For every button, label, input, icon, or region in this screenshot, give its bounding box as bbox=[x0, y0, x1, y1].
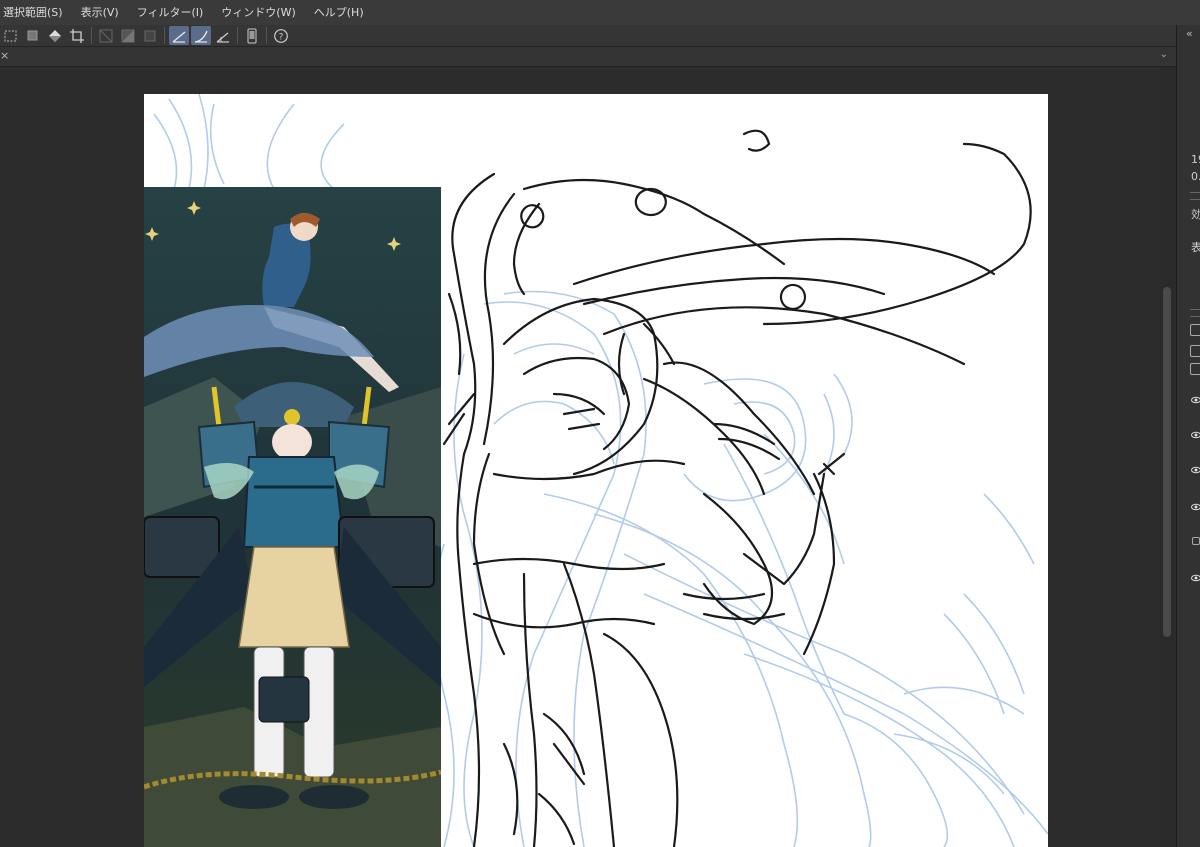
menu-bar: 選択範囲(S) 表示(V) フィルター(I) ウィンドウ(W) ヘルプ(H) bbox=[0, 0, 1200, 26]
menu-view[interactable]: 表示(V) bbox=[72, 0, 128, 25]
panel-label-2: 表 bbox=[1191, 241, 1200, 254]
layer-option-icon[interactable] bbox=[1190, 345, 1200, 357]
scrollbar-thumb[interactable] bbox=[1163, 287, 1171, 637]
right-panel-dock: « 19 0. 効 表 bbox=[1176, 25, 1200, 847]
close-tab-icon[interactable]: × bbox=[0, 49, 10, 63]
curve-snap-icon[interactable] bbox=[191, 26, 211, 45]
panel-label-1: 効 bbox=[1191, 208, 1200, 221]
panel-grip-icon[interactable] bbox=[1190, 309, 1200, 317]
svg-text:?: ? bbox=[279, 32, 284, 42]
menu-window[interactable]: ウィンドウ(W) bbox=[212, 0, 304, 25]
deselect-icon[interactable] bbox=[1, 26, 21, 45]
crop-icon[interactable] bbox=[67, 26, 87, 45]
canvas-vertical-scrollbar[interactable] bbox=[1160, 67, 1174, 847]
help-icon[interactable]: ? bbox=[271, 26, 291, 45]
toolbar-divider bbox=[266, 27, 267, 44]
layer-mask-icon[interactable] bbox=[1190, 363, 1200, 375]
layer-visibility-eye-icon[interactable] bbox=[1191, 430, 1200, 440]
tablet-icon[interactable] bbox=[242, 26, 262, 45]
toolbar-divider bbox=[237, 27, 238, 44]
grid-off-icon[interactable] bbox=[96, 26, 116, 45]
menu-selection[interactable]: 選択範囲(S) bbox=[0, 0, 72, 25]
gradient-icon[interactable] bbox=[118, 26, 138, 45]
square-icon[interactable] bbox=[140, 26, 160, 45]
ruler-snap-icon[interactable] bbox=[169, 26, 189, 45]
layer-visibility-eye-icon[interactable] bbox=[1191, 465, 1200, 475]
reference-illustration bbox=[144, 187, 441, 847]
panel-value-2: 0. bbox=[1191, 170, 1200, 183]
toolbar-divider bbox=[91, 27, 92, 44]
drawing-canvas[interactable] bbox=[144, 94, 1048, 847]
fill-icon[interactable] bbox=[45, 26, 65, 45]
toolbar-divider bbox=[164, 27, 165, 44]
chevron-down-icon[interactable]: ⌄ bbox=[1160, 49, 1168, 60]
layer-visibility-eye-icon[interactable] bbox=[1191, 395, 1200, 405]
menu-filter[interactable]: フィルター(I) bbox=[128, 0, 213, 25]
layer-mode-icon[interactable] bbox=[1190, 324, 1200, 336]
panel-value-1: 19 bbox=[1191, 153, 1200, 166]
command-bar: ? bbox=[0, 25, 1200, 47]
selection-layer-icon[interactable] bbox=[23, 26, 43, 45]
panel-grip-icon[interactable] bbox=[1190, 192, 1200, 200]
layer-hidden-icon[interactable] bbox=[1192, 537, 1200, 545]
layer-visibility-eye-icon[interactable] bbox=[1191, 573, 1200, 583]
document-tab-strip: × ⌄ bbox=[0, 47, 1176, 67]
menu-help[interactable]: ヘルプ(H) bbox=[305, 0, 373, 25]
layer-visibility-eye-icon[interactable] bbox=[1191, 502, 1200, 512]
collapse-panel-icon[interactable]: « bbox=[1186, 27, 1193, 40]
angle-ruler-icon[interactable] bbox=[213, 26, 233, 45]
